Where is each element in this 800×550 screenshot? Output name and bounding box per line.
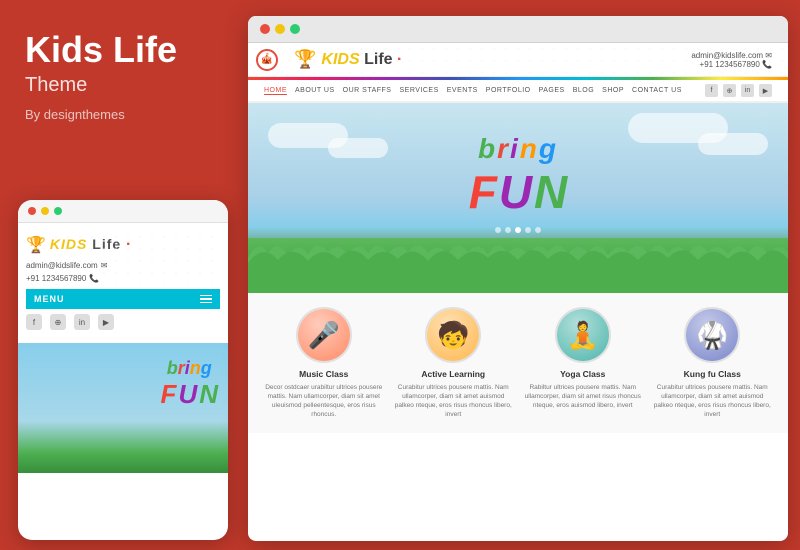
- feature-music-desc: Decor ostdcaer urabiltur ultrices pouser…: [264, 383, 384, 419]
- slide-dot-2[interactable]: [505, 227, 511, 233]
- logo-kids: KIDS: [321, 51, 359, 68]
- hamburger-icon[interactable]: [200, 295, 212, 304]
- slide-dot-3[interactable]: [515, 227, 521, 233]
- feature-music-title: Music Class: [264, 369, 384, 379]
- mobile-bring-text: bring: [161, 358, 218, 379]
- website-header: 🎪 🏆 KIDS Life · admin@kidslife.com ✉ +91…: [248, 43, 788, 77]
- grass: [248, 238, 788, 293]
- learning-avatar-face: 🧒: [427, 309, 479, 361]
- header-badge: 🎪: [256, 49, 278, 71]
- nav-events[interactable]: EVENTS: [447, 87, 478, 95]
- polka-bg-mobile: [26, 231, 220, 285]
- feature-kungfu-title: Kung fu Class: [653, 369, 773, 379]
- nav-services[interactable]: SERVICES: [399, 87, 438, 95]
- logo-dot: ·: [397, 51, 402, 68]
- feature-yoga-title: Yoga Class: [523, 369, 643, 379]
- website-contact: admin@kidslife.com ✉ +91 1234567890 📞: [691, 51, 772, 69]
- nav-social: f ⊕ in ▶: [705, 84, 772, 97]
- hero-fun-text: F U N: [469, 165, 568, 219]
- nav-links: HOME ABOUT US OUR STAFFS SERVICES EVENTS…: [264, 87, 682, 95]
- hero-bring-text: bring: [469, 133, 568, 165]
- mobile-youtube-icon[interactable]: ▶: [98, 314, 114, 330]
- mobile-instagram-icon[interactable]: ⊕: [50, 314, 66, 330]
- mobile-top-bar: [18, 200, 228, 223]
- feature-kungfu: 🥋 Kung fu Class Curabitur ultrices pouse…: [653, 307, 773, 419]
- mobile-fun-text: FUN: [161, 379, 218, 410]
- slide-dot-4[interactable]: [525, 227, 531, 233]
- mobile-hero: bring FUN: [18, 343, 228, 473]
- mobile-mockup: 🏆 KIDS Life · admin@kidslife.com ✉ +91 1…: [18, 200, 228, 540]
- website-logo: 🏆 KIDS Life ·: [294, 49, 402, 70]
- mobile-hero-text: bring FUN: [161, 358, 218, 410]
- feature-kungfu-avatar: 🥋: [684, 307, 740, 363]
- browser-top-bar: [248, 16, 788, 43]
- logo-text: KIDS Life ·: [321, 51, 402, 69]
- nav-youtube-icon[interactable]: ▶: [759, 84, 772, 97]
- browser-dot-yellow: [275, 24, 285, 34]
- feature-music-avatar: 🎤: [296, 307, 352, 363]
- browser-dot-green: [290, 24, 300, 34]
- grass-svg: [248, 238, 788, 293]
- mobile-nav-bar[interactable]: MENU: [26, 289, 220, 309]
- slide-dot-5[interactable]: [535, 227, 541, 233]
- mobile-linkedin-icon[interactable]: in: [74, 314, 90, 330]
- feature-learning-avatar: 🧒: [425, 307, 481, 363]
- kungfu-avatar-face: 🥋: [686, 309, 738, 361]
- logo-trophy-icon: 🏆: [294, 49, 316, 70]
- nav-blog[interactable]: BLOG: [573, 87, 594, 95]
- mobile-facebook-icon[interactable]: f: [26, 314, 42, 330]
- cloud-2: [328, 138, 388, 158]
- app-by: By designthemes: [25, 107, 220, 122]
- hero-text-center: bring F U N: [469, 133, 568, 219]
- mobile-dot-yellow: [41, 207, 49, 215]
- website-nav: HOME ABOUT US OUR STAFFS SERVICES EVENTS…: [248, 80, 788, 103]
- website-contact-email: admin@kidslife.com ✉: [691, 51, 772, 60]
- feature-learning-title: Active Learning: [394, 369, 514, 379]
- feature-kungfu-desc: Curabitur ultrices pousere mattis. Nam u…: [653, 383, 773, 419]
- music-avatar-face: 🎤: [298, 309, 350, 361]
- content-section: 🎤 Music Class Decor ostdcaer urabiltur u…: [248, 293, 788, 433]
- hero-section: bring F U N: [248, 103, 788, 293]
- features-grid: 🎤 Music Class Decor ostdcaer urabiltur u…: [264, 307, 772, 419]
- nav-home[interactable]: HOME: [264, 87, 287, 95]
- feature-yoga-avatar: 🧘: [555, 307, 611, 363]
- feature-learning: 🧒 Active Learning Curabitur ultrices pou…: [394, 307, 514, 419]
- feature-music: 🎤 Music Class Decor ostdcaer urabiltur u…: [264, 307, 384, 419]
- slide-dots: [495, 227, 541, 233]
- slide-dot-1[interactable]: [495, 227, 501, 233]
- nav-about[interactable]: ABOUT US: [295, 87, 335, 95]
- app-title: Kids Life: [25, 30, 220, 70]
- nav-contact[interactable]: CONTACT US: [632, 87, 682, 95]
- mobile-menu-label: MENU: [34, 294, 65, 304]
- yoga-avatar-face: 🧘: [557, 309, 609, 361]
- cloud-4: [698, 133, 768, 155]
- browser-dot-red: [260, 24, 270, 34]
- nav-linkedin-icon[interactable]: in: [741, 84, 754, 97]
- nav-instagram-icon[interactable]: ⊕: [723, 84, 736, 97]
- website-contact-phone: +91 1234567890 📞: [691, 60, 772, 69]
- left-panel: Kids Life Theme By designthemes 🏆 KIDS L…: [0, 0, 245, 550]
- feature-yoga: 🧘 Yoga Class Rabiltur ultrices pousere m…: [523, 307, 643, 419]
- nav-staffs[interactable]: OUR STAFFS: [343, 87, 392, 95]
- nav-shop[interactable]: SHOP: [602, 87, 624, 95]
- feature-learning-desc: Curabitur ultrices pousere mattis. Nam u…: [394, 383, 514, 419]
- mobile-social-row: f ⊕ in ▶: [26, 309, 220, 335]
- nav-pages[interactable]: PAGES: [539, 87, 565, 95]
- nav-facebook-icon[interactable]: f: [705, 84, 718, 97]
- mobile-dot-green: [54, 207, 62, 215]
- app-subtitle: Theme: [25, 74, 220, 97]
- mobile-content: 🏆 KIDS Life · admin@kidslife.com ✉ +91 1…: [18, 223, 228, 343]
- logo-life: Life: [364, 51, 392, 68]
- browser-mockup: 🎪 🏆 KIDS Life · admin@kidslife.com ✉ +91…: [248, 16, 788, 541]
- mobile-dot-red: [28, 207, 36, 215]
- nav-portfolio[interactable]: PORTFOLIO: [486, 87, 531, 95]
- feature-yoga-desc: Rabiltur ultrices pousere mattis. Nam ul…: [523, 383, 643, 410]
